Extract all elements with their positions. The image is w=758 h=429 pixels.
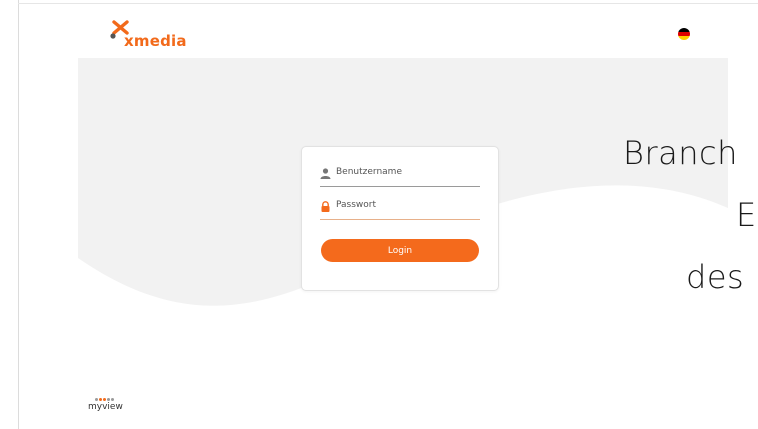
- window-frame-top: [18, 3, 758, 4]
- tagline-line-1: Branch: [623, 134, 738, 172]
- login-button[interactable]: Login: [321, 239, 479, 262]
- myview-logo: myview: [88, 398, 148, 416]
- footer-product-name: myview: [88, 402, 123, 412]
- user-icon: [320, 168, 331, 179]
- german-flag-icon[interactable]: [678, 28, 690, 40]
- tagline-line-2: E: [736, 196, 757, 234]
- password-placeholder: Passwort: [336, 200, 377, 210]
- password-field[interactable]: Passwort: [320, 197, 480, 220]
- myview-dots-icon: [95, 398, 114, 401]
- brand-name: xmedia: [124, 32, 187, 50]
- username-field[interactable]: Benutzername: [320, 164, 480, 187]
- window-frame-left: [18, 0, 19, 429]
- tagline-line-3: des: [686, 258, 745, 296]
- lock-icon: [321, 201, 330, 212]
- login-card: Benutzername Passwort Login: [301, 146, 499, 291]
- username-placeholder: Benutzername: [336, 167, 402, 177]
